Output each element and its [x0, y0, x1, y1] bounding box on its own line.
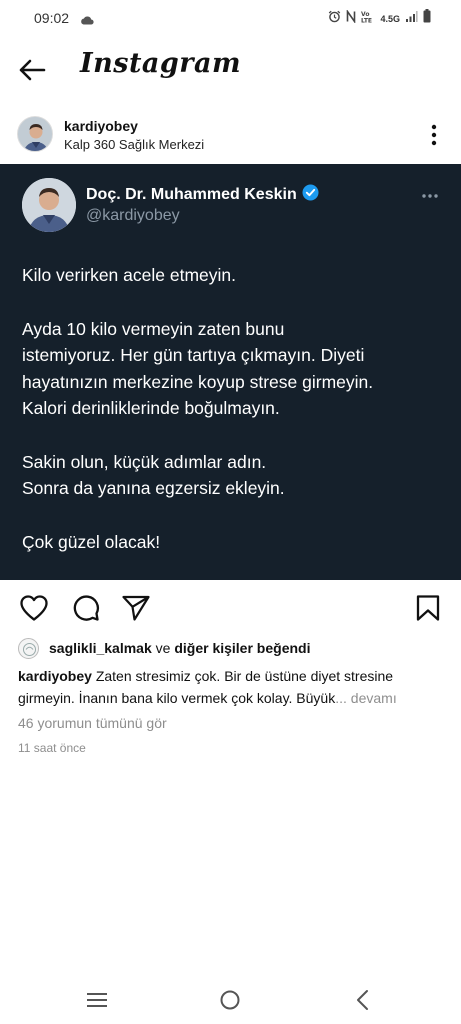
- more-vertical-icon[interactable]: [430, 124, 438, 151]
- battery-icon: [423, 9, 431, 28]
- signal-icon: [405, 10, 418, 28]
- status-time: 09:02: [34, 10, 70, 26]
- likes-connector: ve: [151, 640, 175, 656]
- tweet-line: hayatınızın merkezine koyup strese girme…: [22, 371, 374, 392]
- tweet-name-row: Doç. Dr. Muhammed Keskin: [86, 184, 319, 206]
- liker-username[interactable]: saglikli_kalmak: [49, 640, 152, 656]
- tweet-handle: @kardiyobey: [86, 207, 180, 224]
- status-icons: Vo LTE 4.5G: [328, 8, 431, 28]
- tweet-display-name: Doç. Dr. Muhammed Keskin: [86, 186, 297, 203]
- post-timestamp: 11 saat önce: [18, 741, 86, 755]
- caption-more-link[interactable]: ... devamı: [335, 690, 396, 706]
- status-bar: 09:02 Vo LTE 4.5G: [0, 0, 461, 38]
- view-comments-link[interactable]: 46 yorumun tümünü gör: [18, 715, 167, 731]
- liker-avatar: [18, 637, 39, 659]
- volte-icon: Vo LTE: [361, 10, 375, 28]
- caption-username[interactable]: kardiyobey: [18, 668, 92, 684]
- svg-text:LTE: LTE: [361, 17, 372, 23]
- tweet-text: Kilo verirken acele etmeyin. Ayda 10 kil…: [22, 262, 442, 555]
- tweet-line: Ayda 10 kilo vermeyin zaten bunu: [22, 318, 285, 339]
- post-location[interactable]: Kalp 360 Sağlık Merkezi: [64, 137, 204, 152]
- nfc-icon: [346, 8, 356, 28]
- tweet-line: Kilo verirken acele etmeyin.: [22, 265, 236, 285]
- send-icon[interactable]: [121, 594, 151, 627]
- tweet-line: istemiyoruz. Her gün tartıya çıkmayın. D…: [22, 345, 365, 365]
- app-header: Instagram: [0, 38, 461, 104]
- alarm-icon: [328, 10, 341, 28]
- verified-badge-icon: [302, 184, 319, 206]
- post-header: kardiyobey Kalp 360 Sağlık Merkezi: [0, 110, 461, 162]
- post-username[interactable]: kardiyobey: [64, 118, 138, 134]
- post-caption: kardiyobey Zaten stresimiz çok. Bir de ü…: [18, 666, 448, 709]
- tweet-avatar: [22, 178, 76, 232]
- post-actions: [0, 588, 461, 628]
- network-type: 4.5G: [380, 13, 400, 24]
- tweet-line: Çok güzel olacak!: [22, 531, 161, 552]
- post-image[interactable]: Doç. Dr. Muhammed Keskin @kardiyobey Kil…: [0, 164, 461, 580]
- home-icon[interactable]: [219, 989, 241, 1016]
- cloud-icon: [80, 12, 94, 30]
- avatar[interactable]: [17, 116, 53, 152]
- recents-icon[interactable]: [86, 992, 108, 1013]
- tweet-line: Kalori derinliklerinde boğulmayın.: [22, 398, 280, 418]
- app-logo: Instagram: [80, 48, 242, 79]
- tweet-more-icon: [421, 186, 439, 204]
- comment-icon[interactable]: [72, 594, 100, 627]
- tweet-line: Sonra da yanına egzersiz ekleyin.: [22, 478, 285, 498]
- likes-text: saglikli_kalmak ve diğer kişiler beğendi: [49, 640, 310, 656]
- heart-icon[interactable]: [19, 594, 49, 627]
- back-arrow-icon[interactable]: [18, 59, 46, 86]
- likes-row[interactable]: saglikli_kalmak ve diğer kişiler beğendi: [18, 637, 310, 659]
- bookmark-icon[interactable]: [415, 594, 441, 627]
- back-icon[interactable]: [355, 989, 369, 1016]
- tweet-line: Sakin olun, küçük adımlar adın.: [22, 451, 267, 472]
- system-nav-bar: [0, 976, 461, 1024]
- likes-others[interactable]: diğer kişiler beğendi: [174, 640, 310, 656]
